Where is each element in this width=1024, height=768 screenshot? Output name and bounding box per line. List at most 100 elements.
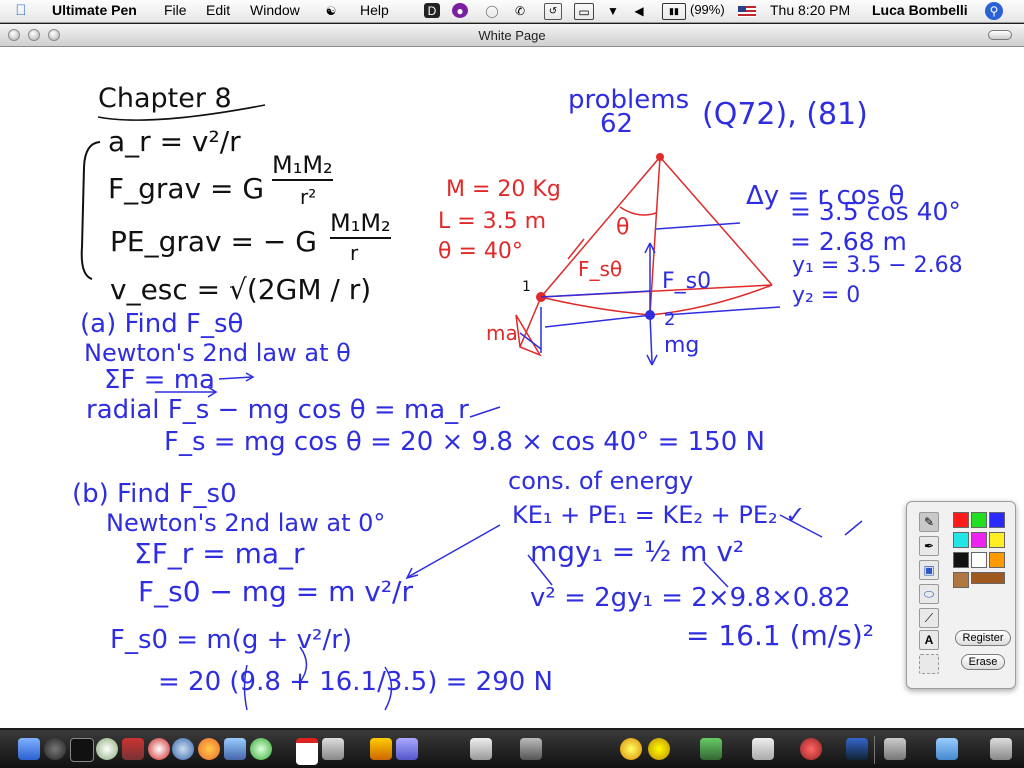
app-menu[interactable]: Ultimate Pen	[52, 2, 137, 18]
apple-icon[interactable]: 	[12, 2, 30, 19]
flag-icon[interactable]	[738, 6, 756, 17]
color-swatch-cyan[interactable]	[953, 532, 969, 548]
color-swatch-blue[interactable]	[989, 512, 1005, 528]
volume-icon[interactable]: ◀	[632, 3, 646, 18]
pencil-icon[interactable]: ✎	[919, 512, 939, 532]
register-button[interactable]: Register	[955, 630, 1011, 646]
chapter-heading: Chapter 8	[98, 83, 232, 114]
dashboard-icon[interactable]	[44, 738, 66, 760]
script-icon[interactable]: ☯	[322, 3, 340, 18]
menu-window[interactable]: Window	[250, 2, 300, 18]
itunes-icon[interactable]	[96, 738, 118, 760]
documents-icon[interactable]	[936, 738, 958, 760]
menu-file[interactable]: File	[164, 2, 187, 18]
part-b-line-4: F_s0 = m(g + v²/r)	[110, 625, 353, 655]
trash-icon[interactable]	[990, 738, 1012, 760]
pen-icon[interactable]: ✒	[919, 536, 939, 556]
battery-icon[interactable]: ▮▮	[662, 3, 686, 20]
drawing-canvas[interactable]: Chapter 8 a_r = v²/r F_grav = G M₁M₂ r² …	[0, 47, 1024, 728]
formula-gravity-pe-denominator: r	[350, 241, 359, 265]
app-icon-target[interactable]	[148, 738, 170, 760]
status-d-icon[interactable]: D	[424, 3, 440, 18]
formula-centripetal: a_r = v²/r	[108, 125, 241, 158]
app-icon-sun[interactable]	[620, 738, 642, 760]
calendar-icon[interactable]	[296, 738, 318, 765]
color-swatch-tan[interactable]	[953, 572, 969, 588]
erase-button[interactable]: Erase	[961, 654, 1005, 670]
part-b-line-2: ΣF_r = ma_r	[134, 537, 305, 570]
preview-icon[interactable]	[470, 738, 492, 760]
dy-line-2: = 3.5 cos 40°	[790, 197, 961, 226]
part-b-line-5: = 20 (9.8 + 16.1/3.5) = 290 N	[158, 667, 554, 697]
diagram-force-theta: F_sθ	[578, 257, 623, 281]
given-length: L = 3.5 m	[438, 209, 547, 234]
app-icon-flower[interactable]	[648, 738, 670, 760]
status-app-icon[interactable]: ●	[452, 3, 468, 18]
color-swatch-magenta[interactable]	[971, 532, 987, 548]
user-name[interactable]: Luca Bombelli	[872, 2, 968, 18]
terminal-icon[interactable]	[70, 738, 94, 762]
given-angle: θ = 40°	[438, 239, 523, 264]
diagram-theta: θ	[616, 215, 630, 240]
app-icon-tree[interactable]	[700, 738, 722, 760]
part-a-line-1: Newton's 2nd law at θ	[84, 339, 351, 367]
color-swatch-green[interactable]	[971, 512, 987, 528]
toolbar-toggle-button[interactable]	[988, 30, 1012, 40]
iphoto-icon[interactable]	[520, 738, 542, 760]
phone-icon[interactable]: ✆	[512, 3, 528, 18]
energy-title: cons. of energy	[508, 467, 694, 495]
part-a-title: (a) Find F_sθ	[80, 309, 244, 339]
menu-edit[interactable]: Edit	[206, 2, 230, 18]
problems-list: (Q72), (81)	[702, 97, 868, 132]
app-icon-green[interactable]	[250, 738, 272, 760]
diagram-force-zero: F_s0	[662, 269, 712, 294]
folder-icon[interactable]	[884, 738, 906, 760]
formula-gravity-force-numerator: M₁M₂	[272, 151, 333, 181]
formula-bracket	[80, 141, 101, 280]
energy-line-4: = 16.1 (m/s)²	[686, 619, 874, 652]
color-swatch-brown[interactable]	[971, 572, 1005, 584]
app-icon-red-circle[interactable]	[800, 738, 822, 760]
given-mass: M = 20 Kg	[446, 177, 561, 202]
pivot-point	[656, 153, 664, 161]
color-swatch-orange[interactable]	[989, 552, 1005, 568]
finder-icon[interactable]	[18, 738, 40, 760]
line-icon[interactable]: ⟋	[919, 608, 939, 628]
app-icon-yellow[interactable]	[370, 738, 392, 760]
diagram-blue-lines	[519, 222, 781, 366]
rect-icon[interactable]: ▣	[919, 560, 939, 580]
diagram-point-1: 1	[522, 279, 531, 295]
color-swatch-black[interactable]	[953, 552, 969, 568]
safari-icon[interactable]	[172, 738, 194, 760]
color-swatch-white[interactable]	[971, 552, 987, 568]
text-icon[interactable]: A	[919, 630, 939, 650]
chat-icon[interactable]: ◯	[482, 3, 502, 18]
formula-gravity-force: F_grav = G	[108, 172, 265, 205]
title-bar[interactable]: White Page	[0, 24, 1024, 47]
firefox-icon[interactable]	[198, 738, 220, 760]
app-icon-red[interactable]	[122, 738, 144, 760]
dock	[0, 730, 1024, 768]
spotlight-icon[interactable]: ⚲	[985, 2, 1003, 20]
sync-icon[interactable]: ↺	[544, 3, 562, 20]
ellipse-icon[interactable]: ⬭	[919, 584, 939, 604]
diagram-mg: mg	[664, 333, 700, 358]
color-swatch-red[interactable]	[953, 512, 969, 528]
formula-gravity-pe: PE_grav = − G	[110, 225, 317, 258]
energy-line-3: v² = 2gy₁ = 2×9.8×0.82	[530, 583, 851, 613]
diagram-ma: ma	[486, 321, 518, 345]
app-icon-purple[interactable]	[396, 738, 418, 760]
app-icon-camera[interactable]	[752, 738, 774, 760]
app-icon-gray[interactable]	[322, 738, 344, 760]
display-icon[interactable]: ▭	[574, 3, 594, 20]
wifi-icon[interactable]: ▼	[604, 3, 622, 18]
clock[interactable]: Thu 8:20 PM	[770, 2, 850, 18]
menu-help[interactable]: Help	[360, 2, 389, 18]
mail-icon[interactable]	[224, 738, 246, 760]
select-icon[interactable]	[919, 654, 939, 674]
app-icon-dark-blue[interactable]	[846, 738, 868, 760]
formula-escape-velocity: v_esc = √(2GM / r)	[110, 273, 372, 306]
color-swatch-yellow[interactable]	[989, 532, 1005, 548]
dy-line-3: = 2.68 m	[790, 227, 907, 256]
battery-percent: (99%)	[690, 2, 725, 17]
